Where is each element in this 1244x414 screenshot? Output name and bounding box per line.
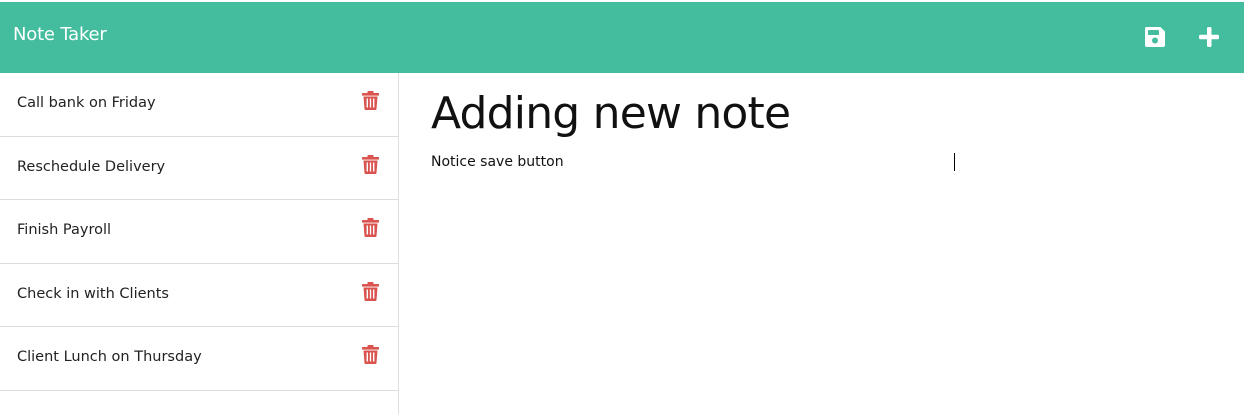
trash-icon[interactable] xyxy=(362,91,379,110)
list-item[interactable]: Client Lunch on Thursday xyxy=(0,327,398,391)
navbar: Note Taker xyxy=(0,2,1244,73)
note-item-title[interactable]: Client Lunch on Thursday xyxy=(17,349,202,365)
notes-sidebar: Call bank on Friday Reschedule Delivery … xyxy=(0,73,399,414)
plus-icon xyxy=(1199,27,1219,47)
app-title[interactable]: Note Taker xyxy=(13,24,107,45)
note-list: Call bank on Friday Reschedule Delivery … xyxy=(0,73,398,391)
note-item-title[interactable]: Reschedule Delivery xyxy=(17,159,165,175)
trash-icon[interactable] xyxy=(362,218,379,237)
note-item-title[interactable]: Call bank on Friday xyxy=(17,95,156,111)
trash-icon[interactable] xyxy=(362,154,379,174)
new-note-button[interactable] xyxy=(1197,25,1221,49)
text-cursor xyxy=(954,153,955,171)
note-editor: Notice save button xyxy=(400,73,1244,414)
list-item[interactable]: Check in with Clients xyxy=(0,264,398,327)
trash-icon[interactable] xyxy=(362,281,379,301)
list-item[interactable]: Reschedule Delivery xyxy=(0,137,398,200)
list-item[interactable]: Finish Payroll xyxy=(0,200,398,264)
save-note-button[interactable] xyxy=(1143,25,1167,49)
note-item-title[interactable]: Finish Payroll xyxy=(17,222,111,238)
floppy-disk-icon xyxy=(1144,27,1165,47)
note-item-title[interactable]: Check in with Clients xyxy=(17,286,169,302)
list-item[interactable]: Call bank on Friday xyxy=(0,73,398,137)
note-title-input[interactable] xyxy=(431,85,1211,141)
note-text-area[interactable]: Notice save button xyxy=(431,152,1211,392)
trash-icon[interactable] xyxy=(362,345,379,364)
